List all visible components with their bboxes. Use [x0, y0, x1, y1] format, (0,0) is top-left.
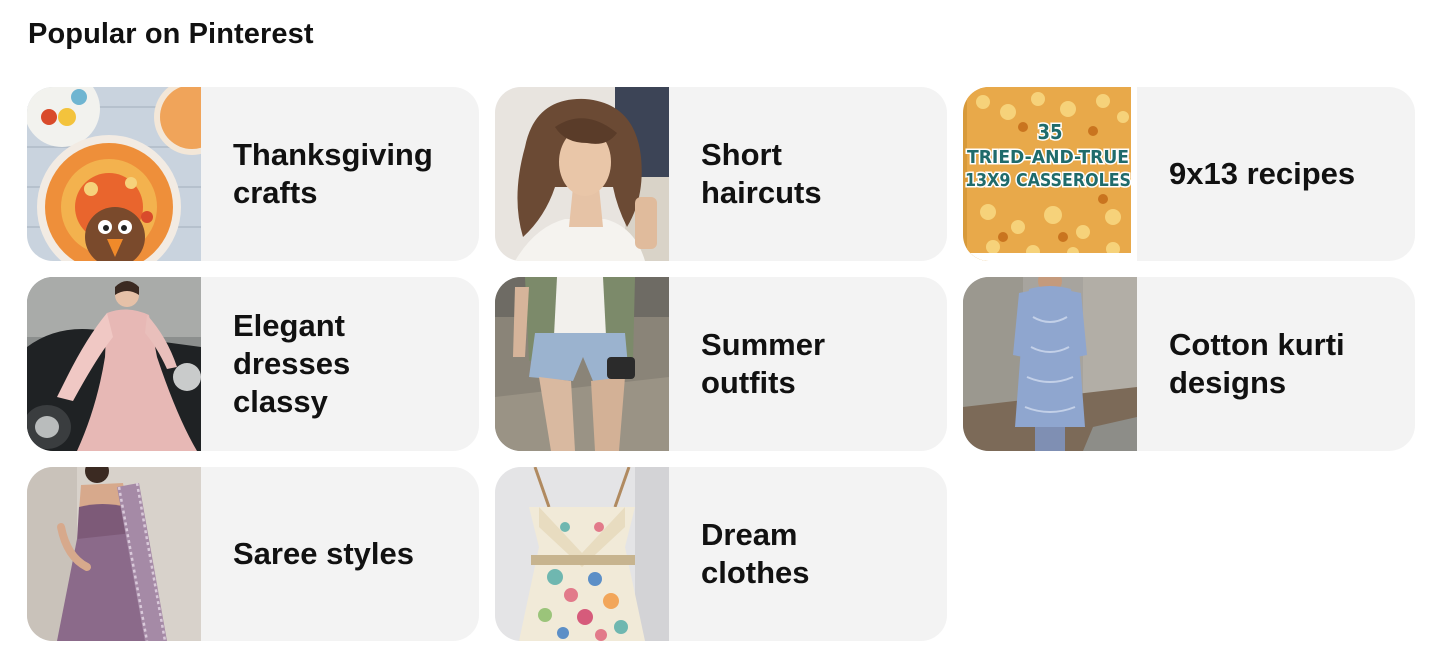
- topic-label: Saree styles: [233, 535, 414, 573]
- turkey-craft-image: [27, 87, 201, 261]
- popular-section: Popular on Pinterest Thanksgiving crafts…: [0, 0, 1434, 666]
- topic-card-short-haircuts[interactable]: Short haircuts: [495, 87, 947, 261]
- topic-card-cotton-kurti-designs[interactable]: Cotton kurti designs: [963, 277, 1415, 451]
- label-line: 9x13 recipes: [1169, 156, 1356, 191]
- topic-card-dream-clothes[interactable]: Dream clothes: [495, 467, 947, 641]
- topic-card-thanksgiving-crafts[interactable]: Thanksgiving crafts: [27, 87, 479, 261]
- label-line: Summer: [701, 327, 826, 362]
- casserole-number: 35: [1037, 120, 1062, 144]
- label-line: Dream: [701, 517, 798, 552]
- topic-label: Dream clothes: [701, 516, 810, 592]
- topic-label: Summer outfits: [701, 326, 825, 402]
- topic-card-elegant-dresses-classy[interactable]: Elegant dresses classy: [27, 277, 479, 451]
- label-line: Short: [701, 137, 782, 172]
- pink-dress-image: [27, 277, 201, 451]
- label-line: dresses: [233, 346, 351, 381]
- label-line: Elegant: [233, 308, 345, 343]
- saree-image: [27, 467, 201, 641]
- label-line: crafts: [233, 175, 318, 210]
- floral-dress-image: [495, 467, 669, 641]
- label-line: haircuts: [701, 175, 822, 210]
- topic-label: Thanksgiving crafts: [233, 136, 433, 212]
- short-haircut-image: [495, 87, 669, 261]
- label-line: Saree styles: [233, 536, 414, 571]
- topic-label: Elegant dresses classy: [233, 307, 350, 421]
- summer-outfit-image: [495, 277, 669, 451]
- casserole-image: 35 TRIED-AND-TRUE 13X9 CASSEROLES: [963, 87, 1137, 261]
- label-line: Cotton kurti: [1169, 327, 1345, 362]
- kurti-image: [963, 277, 1137, 451]
- topic-grid: Thanksgiving crafts Short haircuts 35 TR…: [27, 87, 1415, 641]
- topic-card-saree-styles[interactable]: Saree styles: [27, 467, 479, 641]
- label-line: designs: [1169, 365, 1287, 400]
- topic-card-summer-outfits[interactable]: Summer outfits: [495, 277, 947, 451]
- topic-label: 9x13 recipes: [1169, 155, 1355, 193]
- topic-label: Short haircuts: [701, 136, 822, 212]
- casserole-line-1: TRIED-AND-TRUE: [967, 147, 1129, 168]
- topic-label: Cotton kurti designs: [1169, 326, 1345, 402]
- label-line: outfits: [701, 365, 796, 400]
- label-line: classy: [233, 384, 328, 419]
- casserole-line-2: 13X9 CASSEROLES: [965, 170, 1131, 191]
- topic-card-9x13-recipes[interactable]: 35 TRIED-AND-TRUE 13X9 CASSEROLES 9x13 r…: [963, 87, 1415, 261]
- label-line: Thanksgiving: [233, 137, 433, 172]
- label-line: clothes: [701, 555, 810, 590]
- section-title: Popular on Pinterest: [28, 18, 314, 50]
